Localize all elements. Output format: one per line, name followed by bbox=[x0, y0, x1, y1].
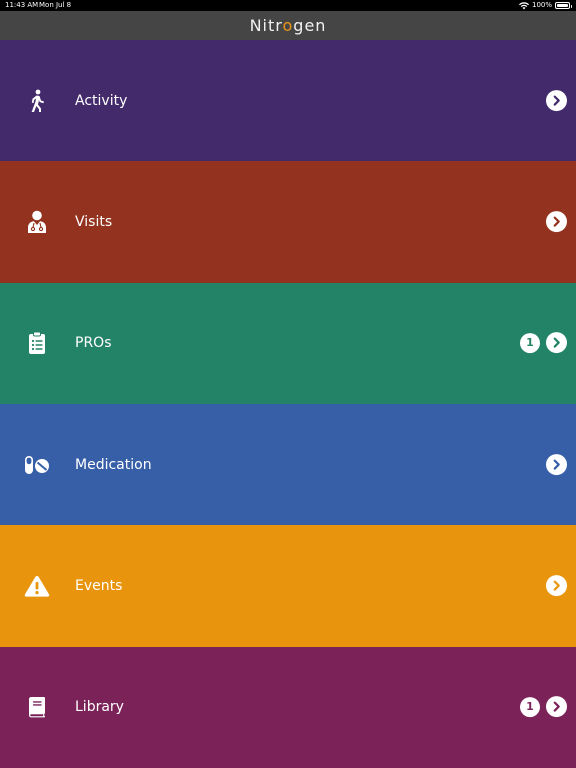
menu-item-visits[interactable]: Visits bbox=[0, 161, 576, 283]
menu-item-label: Library bbox=[75, 699, 124, 716]
chevron-right-icon[interactable] bbox=[546, 696, 567, 718]
app-title-accent: o bbox=[282, 16, 294, 35]
menu-item-library[interactable]: Library 1 bbox=[0, 646, 576, 768]
row-right bbox=[546, 453, 567, 475]
notification-badge: 1 bbox=[520, 332, 540, 353]
notification-badge: 1 bbox=[520, 696, 540, 717]
row-right bbox=[546, 211, 567, 233]
battery-fill bbox=[557, 4, 568, 7]
warning-icon bbox=[24, 573, 50, 599]
chevron-right-icon[interactable] bbox=[546, 211, 567, 233]
status-date: Mon Jul 8 bbox=[39, 1, 72, 9]
status-bar: 11:43 AM Mon Jul 8 100% bbox=[0, 0, 576, 11]
row-right bbox=[546, 575, 567, 597]
app-title-part1: Nitr bbox=[249, 16, 283, 35]
main-menu: Activity Visits PROs 1 Medication Events… bbox=[0, 40, 576, 768]
wifi-icon bbox=[518, 1, 529, 10]
menu-item-activity[interactable]: Activity bbox=[0, 40, 576, 162]
menu-item-label: PROs bbox=[75, 335, 112, 352]
book-icon bbox=[24, 694, 50, 720]
walking-person-icon bbox=[24, 88, 50, 114]
menu-item-events[interactable]: Events bbox=[0, 525, 576, 647]
row-right: 1 bbox=[520, 696, 567, 718]
battery-percent: 100% bbox=[531, 1, 552, 9]
chevron-right-icon[interactable] bbox=[546, 575, 567, 597]
status-time: 11:43 AM bbox=[5, 1, 39, 9]
chevron-right-icon[interactable] bbox=[546, 453, 567, 475]
menu-item-label: Events bbox=[75, 577, 123, 594]
chevron-right-icon[interactable] bbox=[546, 332, 567, 354]
menu-item-label: Medication bbox=[75, 456, 152, 473]
menu-item-pros[interactable]: PROs 1 bbox=[0, 282, 576, 404]
menu-item-medication[interactable]: Medication bbox=[0, 403, 576, 526]
doctor-icon bbox=[24, 209, 50, 235]
battery-icon bbox=[555, 2, 572, 9]
app-header: Nitrogen bbox=[0, 11, 576, 40]
row-right: 1 bbox=[520, 332, 567, 354]
row-right bbox=[546, 89, 567, 111]
chevron-right-icon[interactable] bbox=[546, 89, 567, 111]
status-right: 100% bbox=[518, 0, 572, 11]
menu-item-label: Visits bbox=[75, 213, 113, 230]
pills-icon bbox=[24, 452, 50, 478]
clipboard-list-icon bbox=[24, 330, 50, 356]
app-title-part2: gen bbox=[293, 16, 327, 35]
menu-item-label: Activity bbox=[75, 92, 128, 109]
app-title: Nitrogen bbox=[250, 16, 327, 35]
